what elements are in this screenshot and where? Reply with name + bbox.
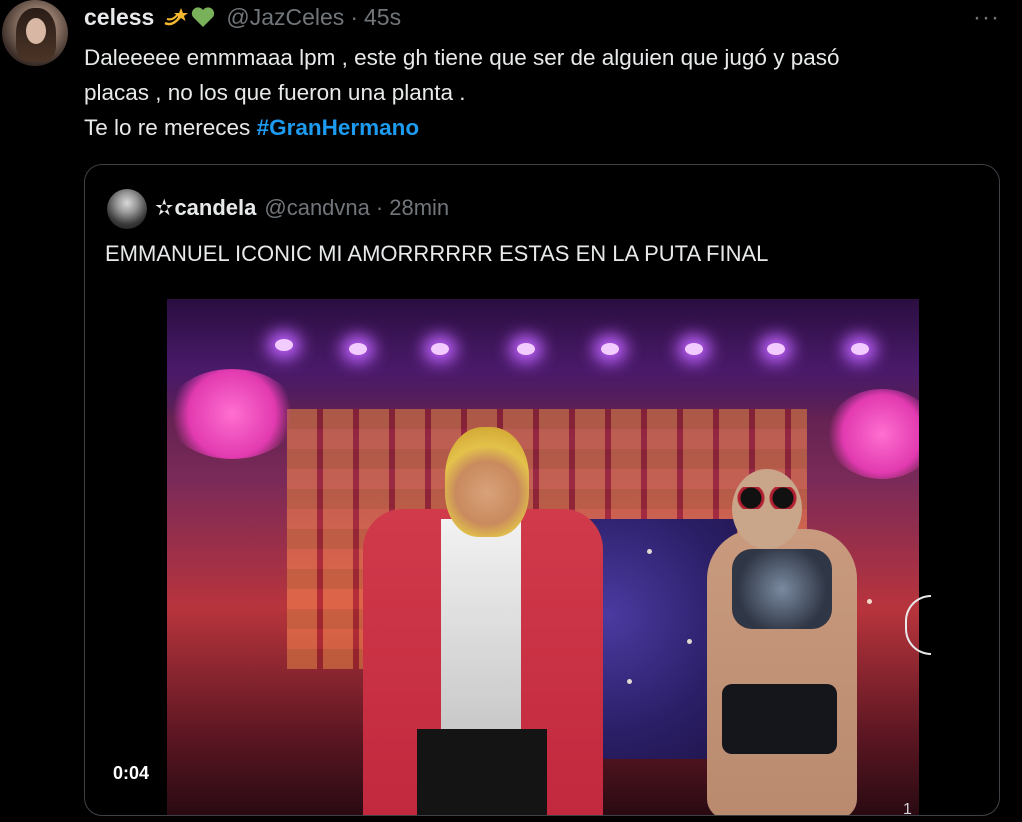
flower-decoration (827, 389, 919, 479)
star-icon: ✫ (155, 195, 174, 220)
confetti (687, 639, 692, 644)
stage-light (767, 343, 785, 355)
video-player[interactable] (167, 299, 919, 815)
quoted-avatar[interactable] (107, 189, 147, 229)
separator-dot: · (350, 3, 358, 30)
tweet-text-line: Daleeeee emmmaaa lpm , este gh tiene que… (84, 45, 840, 70)
hashtag-link[interactable]: #GranHermano (257, 115, 420, 140)
dancer-top (732, 549, 832, 629)
dancer-shorts (722, 684, 837, 754)
quoted-handle[interactable]: @candvna (264, 195, 370, 221)
stage-light (275, 339, 293, 351)
quoted-timestamp[interactable]: 28min (389, 195, 449, 221)
display-name[interactable]: celess (84, 4, 154, 31)
tweet-text-line: placas , no los que fueron una planta . (84, 80, 466, 105)
shooting-star-icon (164, 8, 189, 26)
video-duration: 0:04 (113, 763, 150, 783)
quoted-tweet[interactable]: ✫ candela @candvna · 28min EMMANUEL ICON… (84, 164, 1000, 816)
stage-light (431, 343, 449, 355)
tweet-text-line: Te lo re mereces #GranHermano (84, 110, 1004, 145)
green-heart-icon (192, 7, 215, 28)
confetti (647, 549, 652, 554)
stage-light (349, 343, 367, 355)
flower-decoration (167, 369, 297, 459)
stage-light (601, 343, 619, 355)
quoted-display-name[interactable]: candela (174, 195, 256, 221)
media-count: 1 (903, 801, 912, 816)
tweet-header: celess @JazCeles · 45s (84, 2, 401, 32)
stage-light (685, 343, 703, 355)
performer-shirt (441, 519, 521, 729)
tweet[interactable]: celess @JazCeles · 45s ··· Daleeeee emmm… (0, 0, 1022, 822)
more-options-icon[interactable]: ··· (973, 4, 1000, 32)
dancer-head (732, 469, 802, 549)
performer-head (445, 427, 529, 537)
avatar[interactable] (2, 0, 68, 66)
tweet-text-prefix: Te lo re mereces (84, 115, 257, 140)
performer-pants (417, 729, 547, 815)
confetti (867, 599, 872, 604)
quoted-header: ✫ candela @candvna · 28min (155, 195, 449, 221)
quoted-text: EMMANUEL ICONIC MI AMORRRRRR ESTAS EN LA… (105, 241, 769, 266)
dancer-sunglasses (735, 487, 799, 509)
separator-dot: · (375, 195, 384, 220)
timestamp[interactable]: 45s (364, 4, 401, 31)
stage-light (851, 343, 869, 355)
confetti (627, 679, 632, 684)
avatar-face (26, 18, 46, 44)
stage-light (517, 343, 535, 355)
handle[interactable]: @JazCeles (226, 4, 344, 31)
tweet-text: Daleeeee emmmaaa lpm , este gh tiene que… (84, 40, 1004, 145)
